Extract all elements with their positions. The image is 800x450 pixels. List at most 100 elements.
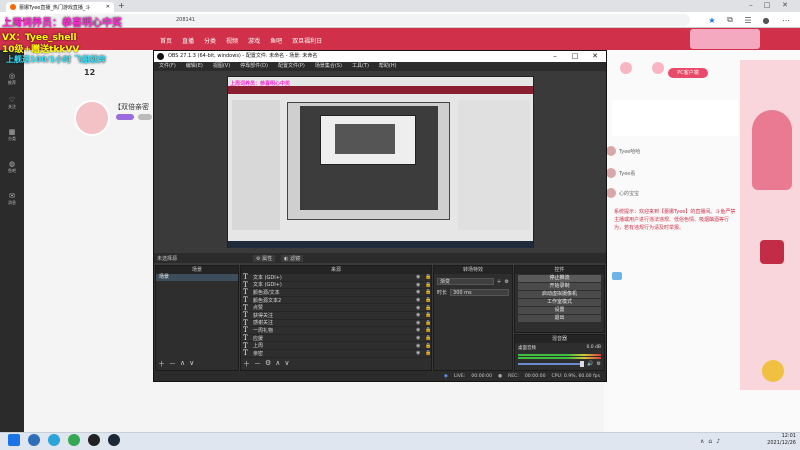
add-scene-icon[interactable]: ＋ xyxy=(158,359,165,369)
tray-expand-icon[interactable]: ∧ xyxy=(700,438,704,445)
url-input[interactable]: 208141 xyxy=(50,14,690,26)
taskbar-edge-icon[interactable] xyxy=(48,434,60,446)
left-nav-yuba[interactable]: ◍ 鱼吧 xyxy=(2,160,22,178)
pc-client-button[interactable]: PC客户端 xyxy=(668,68,708,78)
eye-icon[interactable]: ◉ xyxy=(416,335,422,341)
collections-icon[interactable]: ☰ xyxy=(742,14,754,26)
taskbar-steam-icon[interactable] xyxy=(108,434,120,446)
duration-input[interactable]: 300 ms xyxy=(450,289,509,296)
remove-source-icon[interactable]: － xyxy=(254,359,261,369)
rank-icon-2[interactable] xyxy=(652,62,664,74)
lock-icon[interactable]: 🔒 xyxy=(425,312,431,318)
tab-close-icon[interactable]: ✕ xyxy=(106,4,110,10)
volume-icon[interactable]: ♪ xyxy=(716,438,720,445)
browser-menu-icon[interactable]: ⋯ xyxy=(780,14,792,26)
browser-close-icon[interactable]: ✕ xyxy=(778,0,792,12)
exit-button[interactable]: 退出 xyxy=(518,315,601,322)
properties-button[interactable]: ⚙ 属性 xyxy=(253,254,276,262)
network-icon[interactable]: ⌂ xyxy=(708,438,712,445)
menu-file[interactable]: 文件(F) xyxy=(154,62,181,71)
lock-icon[interactable]: 🔒 xyxy=(425,320,431,326)
nav-game[interactable]: 游戏 xyxy=(248,36,260,45)
lock-icon[interactable]: 🔒 xyxy=(425,343,431,349)
eye-icon[interactable]: ◉ xyxy=(416,312,422,318)
start-virtual-camera-button[interactable]: 启动虚拟摄像机 xyxy=(518,291,601,298)
source-up-icon[interactable]: ∧ xyxy=(275,359,280,369)
taskbar-clock[interactable]: 12:01 2021/12/26 xyxy=(756,433,796,447)
lock-icon[interactable]: 🔒 xyxy=(425,282,431,288)
eye-icon[interactable]: ◉ xyxy=(416,320,422,326)
transition-select[interactable]: 渐变 xyxy=(437,278,494,285)
scene-item[interactable]: 场景 xyxy=(156,274,238,281)
taskbar-chrome-icon[interactable] xyxy=(68,434,80,446)
remove-scene-icon[interactable]: － xyxy=(169,359,176,369)
windows-start-icon[interactable] xyxy=(8,434,20,446)
source-settings-icon[interactable]: ⚙ xyxy=(265,359,271,369)
menu-profile[interactable]: 配置文件(P) xyxy=(273,62,310,71)
taskbar-obs-icon[interactable] xyxy=(88,434,100,446)
eye-icon[interactable]: ◉ xyxy=(416,297,422,303)
streamer-avatar[interactable] xyxy=(74,100,110,136)
scene-down-icon[interactable]: ∨ xyxy=(189,359,194,369)
lock-icon[interactable]: 🔒 xyxy=(425,327,431,333)
lock-icon[interactable]: 🔒 xyxy=(425,289,431,295)
menu-tools[interactable]: 工具(T) xyxy=(347,62,374,71)
left-nav-follow[interactable]: ♡ 关注 xyxy=(2,96,22,114)
nav-home[interactable]: 首页 xyxy=(160,36,172,45)
obs-maximize-icon[interactable]: □ xyxy=(568,51,582,62)
gift-icon[interactable] xyxy=(612,272,622,280)
transition-settings-icon[interactable]: ⚙ xyxy=(505,279,509,285)
rank-icon-1[interactable] xyxy=(620,62,632,74)
new-tab-icon[interactable]: + xyxy=(118,1,125,10)
eye-icon[interactable]: ◉ xyxy=(416,289,422,295)
obs-minimize-icon[interactable]: – xyxy=(548,51,562,62)
add-source-icon[interactable]: ＋ xyxy=(243,359,250,369)
lock-icon[interactable]: 🔒 xyxy=(425,335,431,341)
filters-button[interactable]: ◐ 滤镜 xyxy=(281,254,304,262)
settings-button[interactable]: 设置 xyxy=(518,307,601,314)
lock-icon[interactable]: 🔒 xyxy=(425,274,431,280)
source-down-icon[interactable]: ∨ xyxy=(284,359,289,369)
eye-icon[interactable]: ◉ xyxy=(416,350,422,356)
audio-settings-icon[interactable]: ⚙ xyxy=(597,361,601,367)
browser-maximize-icon[interactable]: □ xyxy=(760,0,774,12)
eye-icon[interactable]: ◉ xyxy=(416,343,422,349)
menu-view[interactable]: 视图(V) xyxy=(208,62,235,71)
nav-yuba[interactable]: 鱼吧 xyxy=(270,36,282,45)
nav-live[interactable]: 直播 xyxy=(182,36,194,45)
header-banner[interactable] xyxy=(690,29,760,49)
studio-mode-button[interactable]: 工作室模式 xyxy=(518,299,601,306)
start-recording-button[interactable]: 开始录制 xyxy=(518,283,601,290)
taskbar-search-icon[interactable] xyxy=(28,434,40,446)
scene-up-icon[interactable]: ∧ xyxy=(180,359,185,369)
browser-minimize-icon[interactable]: – xyxy=(744,0,758,12)
nav-event[interactable]: 双旦福利日 xyxy=(292,36,322,45)
stop-streaming-button[interactable]: 停止推流 xyxy=(518,275,601,282)
menu-edit[interactable]: 编辑(E) xyxy=(181,62,208,71)
lock-icon[interactable]: 🔒 xyxy=(425,350,431,356)
left-nav-recommend[interactable]: ◎ 推荐 xyxy=(2,72,22,90)
speaker-icon[interactable]: 🔊 xyxy=(587,361,593,367)
transition-add-icon[interactable]: ＋ xyxy=(497,278,502,285)
lock-icon[interactable]: 🔒 xyxy=(425,305,431,311)
eye-icon[interactable]: ◉ xyxy=(416,305,422,311)
bookmark-star-icon[interactable]: ★ xyxy=(706,14,718,26)
source-item[interactable]: T 亲密 ◉ 🔒 xyxy=(241,349,431,358)
eye-icon[interactable]: ◉ xyxy=(416,282,422,288)
eye-icon[interactable]: ◉ xyxy=(416,327,422,333)
obs-close-icon[interactable]: ✕ xyxy=(588,51,602,62)
profile-icon[interactable]: ● xyxy=(760,14,772,26)
menu-docks[interactable]: 停靠部件(D) xyxy=(235,62,273,71)
left-nav-message[interactable]: ✉ 消息 xyxy=(2,192,22,210)
nav-category[interactable]: 分类 xyxy=(204,36,216,45)
nav-video[interactable]: 视频 xyxy=(226,36,238,45)
extensions-icon[interactable]: ⧉ xyxy=(724,14,736,26)
volume-slider[interactable] xyxy=(518,361,585,367)
eye-icon[interactable]: ◉ xyxy=(416,274,422,280)
tray-icons[interactable]: ∧ ⌂ ♪ xyxy=(700,438,720,445)
browser-tab[interactable]: 蕾娜Tyee直播_热门游戏直播_斗 ✕ xyxy=(6,2,114,12)
menu-help[interactable]: 帮助(H) xyxy=(374,62,402,71)
menu-scene-collection[interactable]: 场景集合(S) xyxy=(310,62,347,71)
left-nav-category[interactable]: ▦ 分类 xyxy=(2,128,22,146)
volume-slider-thumb[interactable] xyxy=(580,361,585,367)
